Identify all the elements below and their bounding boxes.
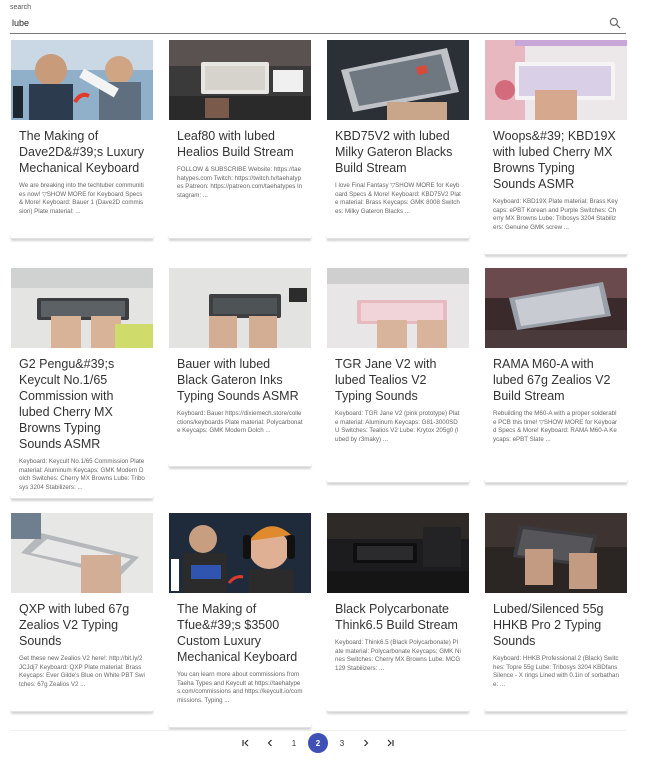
- video-card[interactable]: RAMA M60-A with lubed 67g Zealios V2 Bui…: [485, 268, 627, 513]
- last-page-icon: [387, 739, 394, 747]
- divider: [10, 730, 626, 731]
- first-page-icon: [242, 739, 249, 747]
- video-title[interactable]: Lubed/Silenced 55g HHKB Pro 2 Typing Sou…: [493, 601, 619, 649]
- card-divider: [169, 462, 311, 467]
- video-title[interactable]: G2 Pengu&#39;s Keycult No.1/65 Commissio…: [19, 356, 145, 452]
- video-card[interactable]: Bauer with lubed Black Gateron Inks Typi…: [169, 268, 311, 513]
- card-divider: [327, 234, 469, 239]
- video-title[interactable]: Woops&#39; KBD19X with lubed Cherry MX B…: [493, 128, 619, 192]
- page-2-button[interactable]: 2: [308, 733, 328, 753]
- video-card[interactable]: Lubed/Silenced 55g HHKB Pro 2 Typing Sou…: [485, 513, 627, 743]
- video-title[interactable]: RAMA M60-A with lubed 67g Zealios V2 Bui…: [493, 356, 619, 404]
- video-description: I love Final Fantasy ▽SHOW MORE for Keyb…: [335, 182, 461, 215]
- page-3-button[interactable]: 3: [332, 733, 352, 753]
- prev-page-button[interactable]: [260, 733, 280, 753]
- video-card[interactable]: Woops&#39; KBD19X with lubed Cherry MX B…: [485, 40, 627, 268]
- search-icon[interactable]: [608, 16, 622, 30]
- video-description: Rebuilding the M60-A with a proper solde…: [493, 410, 618, 443]
- video-thumbnail[interactable]: [11, 40, 153, 120]
- video-description: FOLLOW & SUBSCRIBE Website: https://taeh…: [177, 166, 303, 199]
- video-title[interactable]: The Making of Dave2D&#39;s Luxury Mechan…: [19, 128, 145, 176]
- video-description: Keyboard: Think6.5 (Black Polycarbonate)…: [335, 639, 461, 672]
- video-thumbnail[interactable]: [169, 513, 311, 593]
- video-thumbnail[interactable]: [11, 268, 153, 348]
- video-thumbnail[interactable]: [485, 268, 627, 348]
- card-divider: [11, 234, 153, 239]
- video-description: Keyboard: KBD19X Plate material: Brass K…: [493, 198, 618, 231]
- card-divider: [485, 478, 627, 483]
- video-title[interactable]: Bauer with lubed Black Gateron Inks Typi…: [177, 356, 303, 404]
- card-divider: [169, 234, 311, 239]
- chevron-left-icon: [267, 739, 272, 747]
- card-divider: [11, 707, 153, 712]
- page-1-button[interactable]: 1: [284, 733, 304, 753]
- search-field: search: [10, 3, 626, 34]
- video-card[interactable]: The Making of Dave2D&#39;s Luxury Mechan…: [11, 40, 153, 268]
- video-title[interactable]: KBD75V2 with lubed Milky Gateron Blacks …: [335, 128, 461, 176]
- card-divider: [327, 478, 469, 483]
- video-description: You can learn more about commissions fro…: [177, 671, 303, 704]
- video-description: Keyboard: HHKB Professional 2 (Black) Sw…: [493, 655, 619, 688]
- search-label: search: [10, 4, 32, 11]
- video-thumbnail[interactable]: [327, 268, 469, 348]
- card-divider: [169, 723, 311, 728]
- pagination: 1 2 3: [0, 733, 636, 753]
- video-title[interactable]: TGR Jane V2 with lubed Tealios V2 Typing…: [335, 356, 461, 404]
- next-page-button[interactable]: [356, 733, 376, 753]
- video-description: Keyboard: TGR Jane V2 (pink prototype) P…: [335, 410, 460, 443]
- video-thumbnail[interactable]: [485, 40, 627, 120]
- video-grid: The Making of Dave2D&#39;s Luxury Mechan…: [11, 40, 627, 743]
- card-divider: [485, 250, 627, 255]
- video-card[interactable]: Leaf80 with lubed Healios Build Stream F…: [169, 40, 311, 268]
- chevron-right-icon: [364, 739, 369, 747]
- video-thumbnail[interactable]: [11, 513, 153, 593]
- video-thumbnail[interactable]: [327, 513, 469, 593]
- card-divider: [327, 707, 469, 712]
- video-card[interactable]: QXP with lubed 67g Zealios V2 Typing Sou…: [11, 513, 153, 743]
- video-card[interactable]: Black Polycarbonate Think6.5 Build Strea…: [327, 513, 469, 743]
- search-input[interactable]: [10, 14, 608, 32]
- video-card[interactable]: KBD75V2 with lubed Milky Gateron Blacks …: [327, 40, 469, 268]
- video-thumbnail[interactable]: [327, 40, 469, 120]
- video-card[interactable]: G2 Pengu&#39;s Keycult No.1/65 Commissio…: [11, 268, 153, 513]
- card-divider: [11, 494, 153, 499]
- video-thumbnail[interactable]: [169, 40, 311, 120]
- video-card[interactable]: TGR Jane V2 with lubed Tealios V2 Typing…: [327, 268, 469, 513]
- video-title[interactable]: Leaf80 with lubed Healios Build Stream: [177, 128, 303, 160]
- video-title[interactable]: The Making of Tfue&#39;s $3500 Custom Lu…: [177, 601, 303, 665]
- video-description: Keyboard: Keycult No.1/65 Commission Pla…: [19, 458, 145, 491]
- search-row: [10, 13, 626, 34]
- card-divider: [485, 707, 627, 712]
- video-title[interactable]: Black Polycarbonate Think6.5 Build Strea…: [335, 601, 461, 633]
- video-card[interactable]: The Making of Tfue&#39;s $3500 Custom Lu…: [169, 513, 311, 743]
- first-page-button[interactable]: [236, 733, 256, 753]
- video-description: We are breaking into the techtuber commu…: [19, 182, 144, 215]
- last-page-button[interactable]: [380, 733, 400, 753]
- video-title[interactable]: QXP with lubed 67g Zealios V2 Typing Sou…: [19, 601, 145, 649]
- video-description: Keyboard: Bauer https://dixiemech.store/…: [177, 410, 303, 435]
- video-description: Get these new Zealios V2 here!: http://b…: [19, 655, 145, 688]
- video-thumbnail[interactable]: [485, 513, 627, 593]
- video-thumbnail[interactable]: [169, 268, 311, 348]
